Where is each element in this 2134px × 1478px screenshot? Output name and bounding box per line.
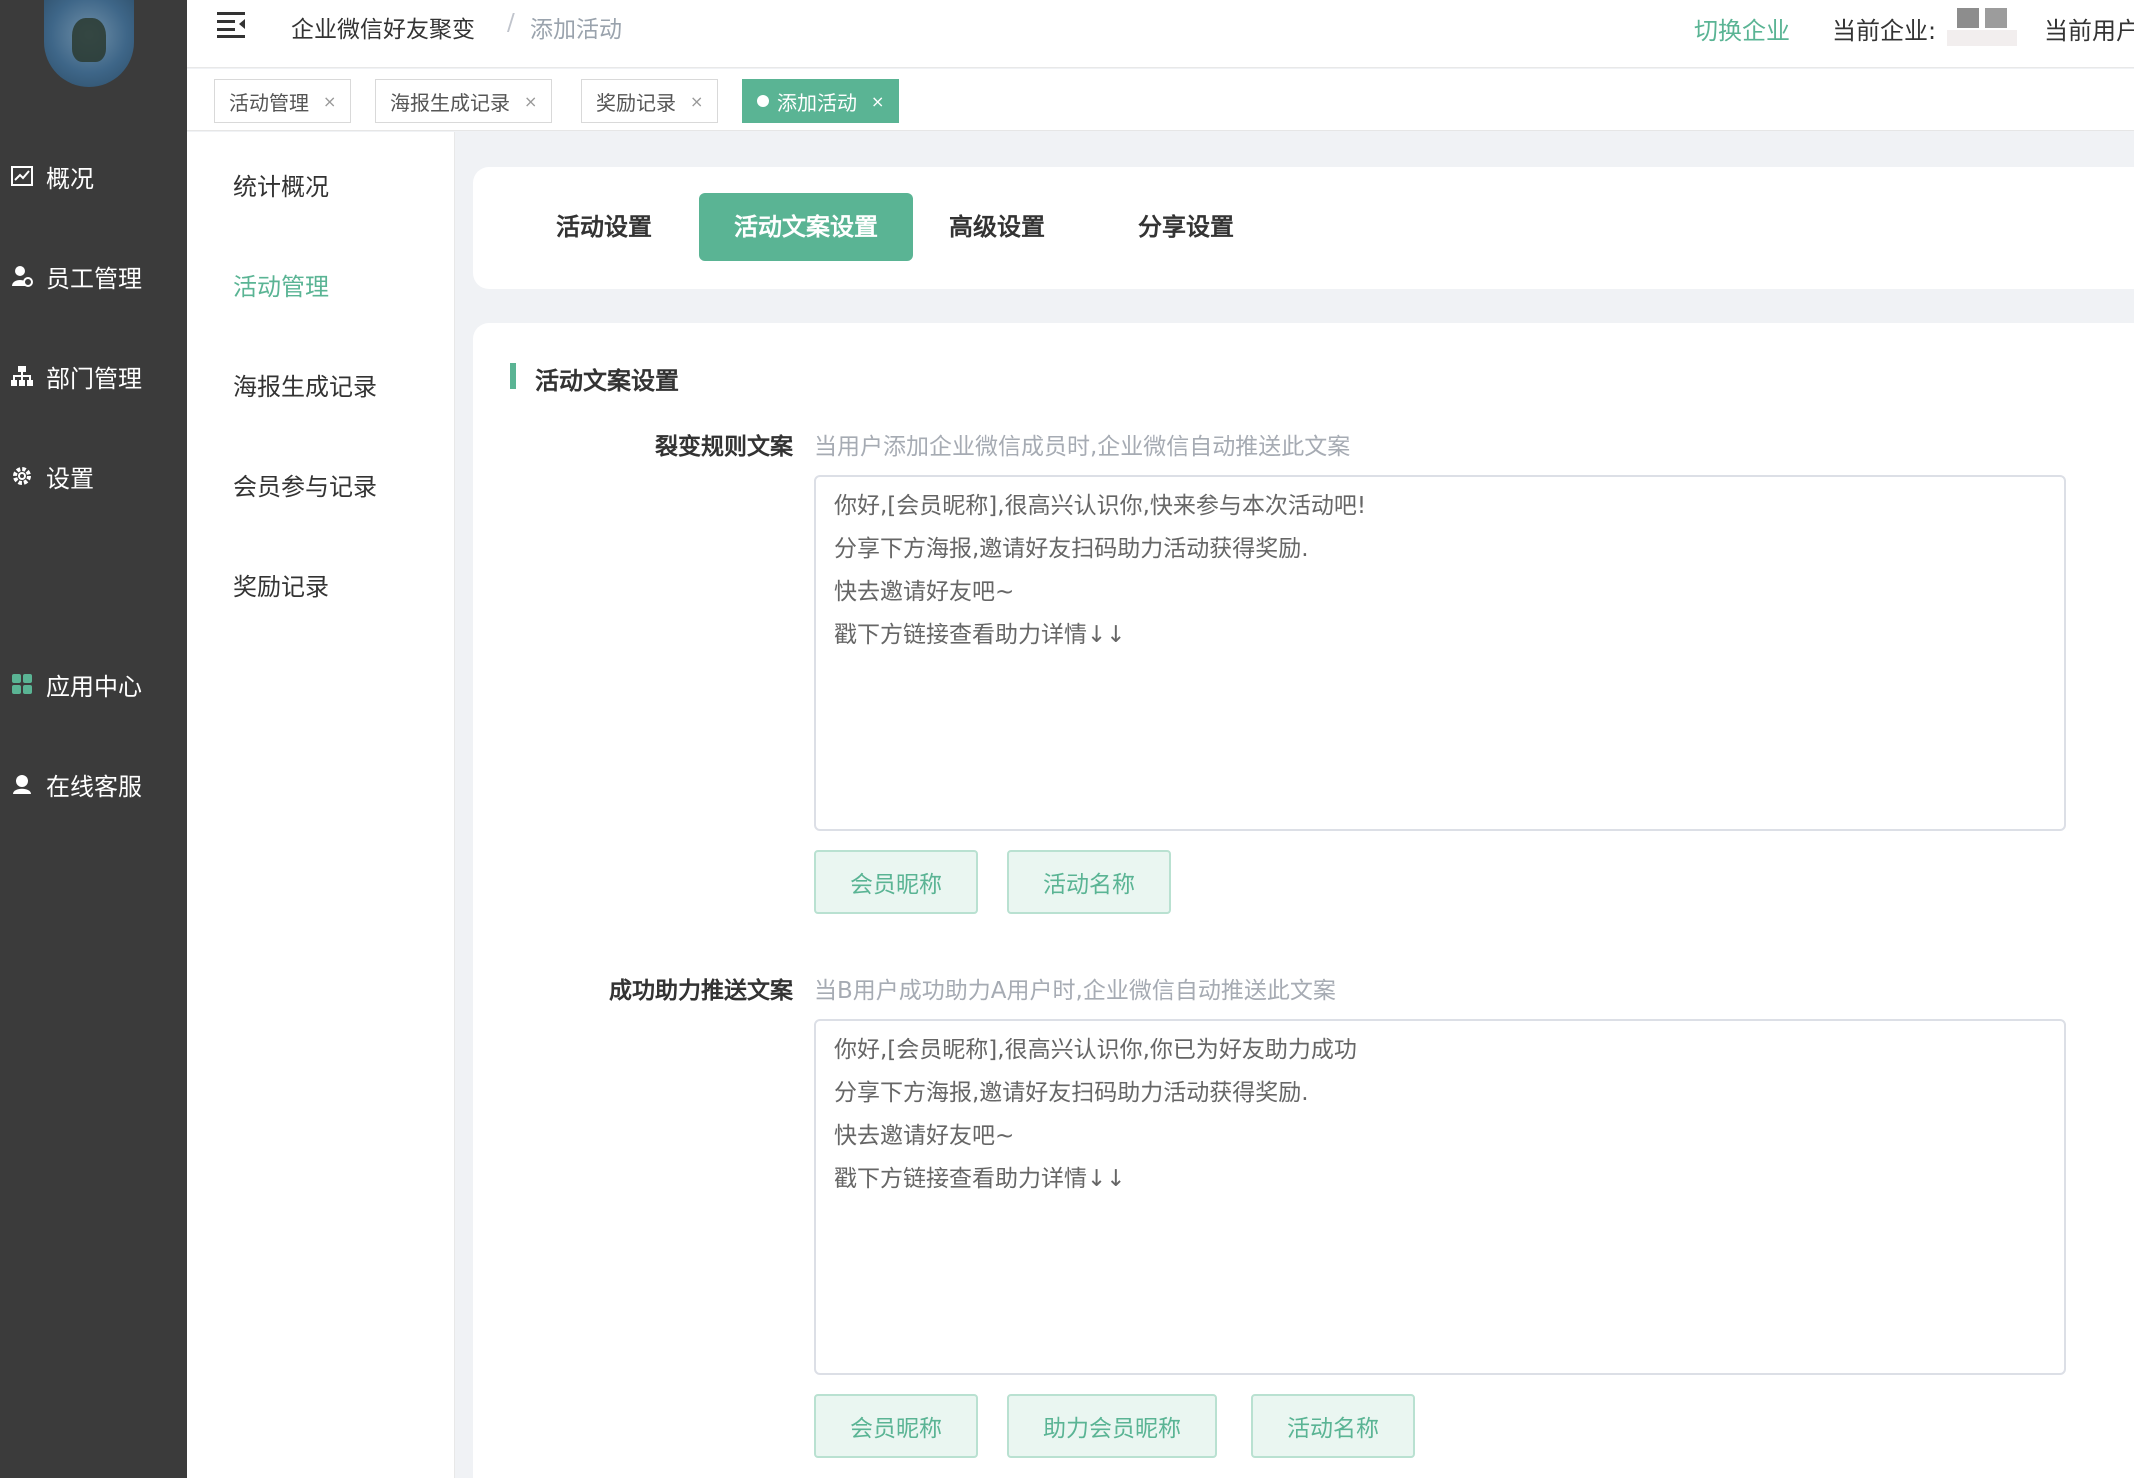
- menu-toggle-icon[interactable]: [217, 10, 249, 42]
- sidebar-item-label: 员工管理: [46, 264, 142, 293]
- breadcrumb-current: 添加活动: [530, 17, 622, 43]
- textarea-line: 戳下方链接查看助力详情↓↓: [834, 1166, 1126, 1192]
- tab-add-activity[interactable]: 添加活动 ×: [742, 79, 900, 123]
- textarea-line: 分享下方海报,邀请好友扫码助力活动获得奖励.: [834, 1080, 1309, 1106]
- success-copy-hint: 当B用户成功助力A用户时,企业微信自动推送此文案: [814, 978, 1336, 1004]
- breadcrumb-root[interactable]: 企业微信好友聚变: [291, 10, 475, 44]
- fission-copy-hint: 当用户添加企业微信成员时,企业微信自动推送此文案: [814, 434, 1351, 460]
- sidebar-item-label: 设置: [46, 464, 94, 493]
- textarea-line: 快去邀请好友吧~: [834, 579, 1015, 605]
- tab-label: 添加活动: [777, 90, 857, 115]
- tab-reward-records[interactable]: 奖励记录 ×: [581, 79, 719, 123]
- enterprise-name-blur: [1947, 30, 2017, 46]
- tab-activity-management[interactable]: 活动管理 ×: [214, 79, 352, 123]
- sidebar-item-support[interactable]: 在线客服: [0, 760, 187, 808]
- current-user-label: 当前用户:: [2044, 17, 2134, 45]
- tab-strip: 活动管理 × 海报生成记录 × 奖励记录 × 添加活动 ×: [187, 69, 2134, 131]
- insert-member-nickname-button[interactable]: 会员昵称: [814, 1394, 978, 1458]
- tab-label: 海报生成记录: [390, 90, 510, 115]
- textarea-line: 戳下方链接查看助力详情↓↓: [834, 622, 1126, 648]
- tab-label: 奖励记录: [596, 90, 676, 115]
- insert-member-nickname-button[interactable]: 会员昵称: [814, 850, 978, 914]
- avatar[interactable]: [44, 0, 134, 87]
- sidebar-item-settings[interactable]: 设置: [0, 452, 187, 500]
- switch-enterprise-link[interactable]: 切换企业: [1694, 11, 1790, 46]
- insert-helper-nickname-button[interactable]: 助力会员昵称: [1007, 1394, 1217, 1458]
- section-accent-bar: [510, 363, 516, 389]
- close-icon[interactable]: ×: [524, 92, 537, 111]
- top-header: 企业微信好友聚变 / 添加活动 切换企业 当前企业: 当前用户:: [187, 0, 2134, 68]
- close-icon[interactable]: ×: [323, 92, 336, 111]
- textarea-line: 快去邀请好友吧~: [834, 1123, 1015, 1149]
- step-advanced-settings[interactable]: 高级设置: [914, 193, 1080, 261]
- org-icon: [10, 364, 34, 388]
- gear-icon: [10, 464, 34, 488]
- main-sidebar: 概况 员工管理 部门管理 设置 应用中心 在线客服: [0, 0, 187, 1478]
- sidebar-item-department[interactable]: 部门管理: [0, 352, 187, 400]
- breadcrumb-separator: /: [507, 10, 515, 36]
- sidebar-item-label: 概况: [46, 164, 94, 193]
- section-title: 活动文案设置: [535, 367, 679, 395]
- sidebar-item-overview[interactable]: 概况: [0, 152, 187, 200]
- step-copy-settings[interactable]: 活动文案设置: [699, 193, 913, 261]
- step-tabs: 活动设置 活动文案设置 高级设置 分享设置: [473, 167, 2134, 289]
- sidebar-item-app-center[interactable]: 应用中心: [0, 660, 187, 708]
- tab-poster-records[interactable]: 海报生成记录 ×: [375, 79, 553, 123]
- insert-activity-name-button[interactable]: 活动名称: [1251, 1394, 1415, 1458]
- chart-icon: [10, 164, 34, 188]
- tab-label: 活动管理: [229, 90, 309, 115]
- avatar-figure: [72, 18, 106, 62]
- close-icon[interactable]: ×: [690, 92, 703, 111]
- close-icon[interactable]: ×: [871, 92, 884, 111]
- insert-activity-name-button[interactable]: 活动名称: [1007, 850, 1171, 914]
- textarea-line: 你好,[会员昵称],很高兴认识你,你已为好友助力成功: [834, 1037, 1357, 1063]
- submenu-item-reward-records[interactable]: 奖励记录: [233, 567, 329, 602]
- sidebar-item-label: 在线客服: [46, 772, 142, 801]
- textarea-line: 你好,[会员昵称],很高兴认识你,快来参与本次活动吧!: [834, 493, 1367, 519]
- sidebar-item-label: 部门管理: [46, 364, 142, 393]
- success-copy-textarea[interactable]: 你好,[会员昵称],很高兴认识你,你已为好友助力成功 分享下方海报,邀请好友扫码…: [814, 1019, 2066, 1375]
- sidebar-item-staff[interactable]: 员工管理: [0, 252, 187, 300]
- success-copy-label: 成功助力推送文案: [609, 978, 793, 1004]
- submenu-item-member-records[interactable]: 会员参与记录: [233, 467, 377, 502]
- enterprise-logo-blur: [1957, 8, 1979, 28]
- step-share-settings[interactable]: 分享设置: [1103, 193, 1269, 261]
- fission-copy-label: 裂变规则文案: [655, 434, 793, 460]
- active-dot-icon: [757, 95, 769, 107]
- submenu-item-poster-records[interactable]: 海报生成记录: [233, 367, 377, 402]
- secondary-menu: 统计概况 活动管理 海报生成记录 会员参与记录 奖励记录: [187, 132, 455, 1478]
- submenu-item-stats[interactable]: 统计概况: [233, 167, 329, 202]
- copy-settings-form: 活动文案设置 裂变规则文案 当用户添加企业微信成员时,企业微信自动推送此文案 你…: [473, 323, 2134, 1478]
- sidebar-item-label: 应用中心: [46, 672, 142, 701]
- step-activity-settings[interactable]: 活动设置: [521, 193, 687, 261]
- apps-icon: [10, 672, 34, 696]
- current-enterprise-label: 当前企业:: [1832, 17, 1937, 45]
- textarea-line: 分享下方海报,邀请好友扫码助力活动获得奖励.: [834, 536, 1309, 562]
- support-icon: [10, 772, 34, 796]
- submenu-item-activity-management[interactable]: 活动管理: [233, 267, 329, 302]
- user-gear-icon: [10, 264, 34, 288]
- enterprise-logo-blur: [1985, 8, 2007, 28]
- fission-copy-textarea[interactable]: 你好,[会员昵称],很高兴认识你,快来参与本次活动吧! 分享下方海报,邀请好友扫…: [814, 475, 2066, 831]
